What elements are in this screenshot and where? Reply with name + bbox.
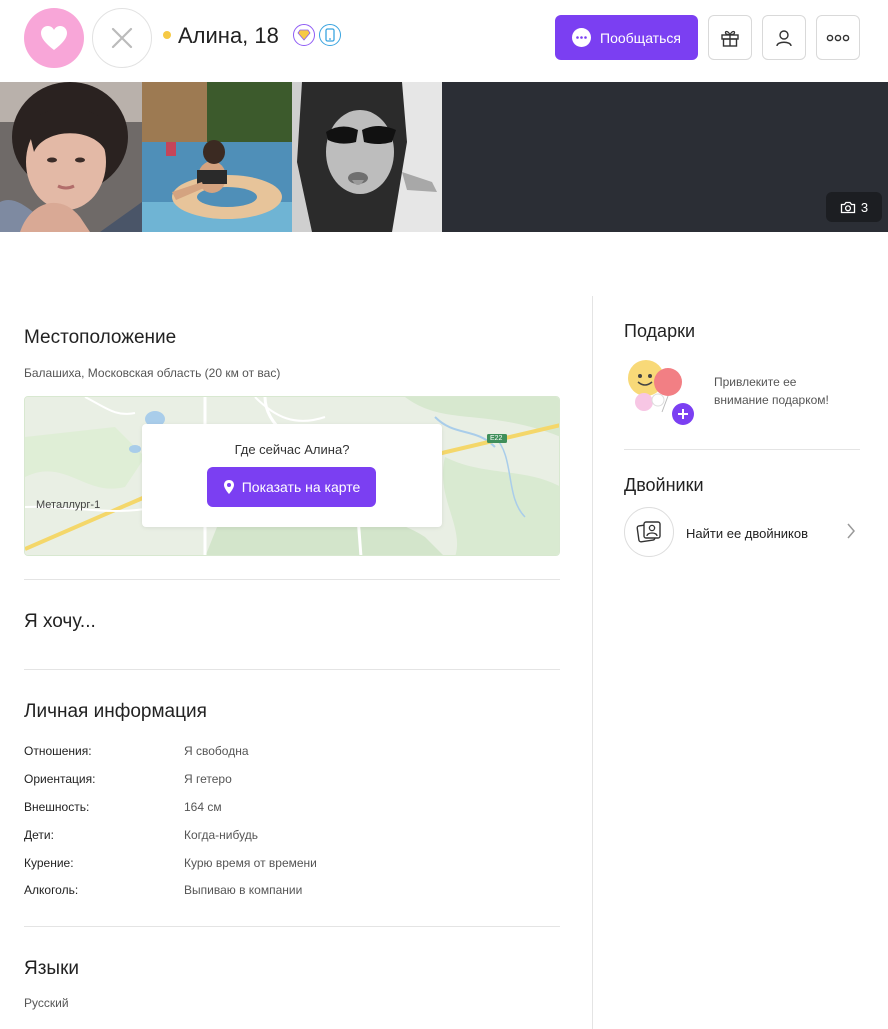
map-question-text: Где сейчас Алина?	[234, 442, 350, 457]
map-overlay-card: Где сейчас Алина? Показать на карте	[142, 424, 442, 527]
gifts-title: Подарки	[624, 321, 696, 341]
show-on-map-label: Показать на карте	[241, 479, 361, 495]
divider	[24, 579, 560, 580]
smoking-value: Курю время от времени	[184, 856, 317, 870]
camera-icon	[840, 201, 856, 213]
find-twins-row[interactable]: Найти ее двойников	[624, 507, 860, 559]
twins-title: Двойники	[624, 475, 704, 495]
orientation-label: Ориентация:	[24, 772, 96, 786]
more-icon	[826, 34, 850, 41]
profile-name-age: Алина, 18	[178, 23, 279, 48]
find-twins-label: Найти ее двойников	[686, 526, 809, 541]
photo-gallery	[0, 82, 888, 232]
online-status-dot	[163, 31, 171, 39]
photo-count-badge[interactable]: 3	[826, 192, 882, 222]
profile-photo-2[interactable]	[142, 82, 292, 232]
user-icon	[776, 29, 792, 46]
chat-button[interactable]: Пообщаться	[555, 15, 698, 60]
gift-icon	[721, 30, 739, 47]
profile-photo-3[interactable]	[292, 82, 442, 232]
map-place-label: Металлург-1	[36, 499, 101, 511]
relationship-label: Отношения:	[24, 744, 92, 758]
children-value: Когда-нибудь	[184, 828, 258, 842]
show-on-map-button[interactable]: Показать на карте	[207, 467, 376, 507]
vip-badge[interactable]	[293, 24, 315, 46]
map-road-label: E22	[490, 435, 503, 442]
children-label: Дети:	[24, 828, 54, 842]
orientation-value: Я гетеро	[184, 772, 232, 786]
divider	[624, 449, 860, 450]
mobile-icon	[325, 28, 335, 42]
alcohol-label: Алкоголь:	[24, 883, 79, 897]
personal-info-title: Личная информация	[24, 701, 207, 722]
divider	[24, 926, 560, 927]
chat-icon	[572, 28, 592, 47]
profile-photo-1[interactable]	[0, 82, 142, 232]
gift-illustration[interactable]	[624, 360, 696, 426]
alcohol-value: Выпиваю в компании	[184, 883, 303, 897]
diamond-icon	[297, 29, 311, 41]
relationship-value: Я свободна	[184, 744, 249, 758]
skip-button[interactable]	[92, 8, 152, 68]
column-divider	[592, 296, 593, 1029]
divider	[24, 669, 560, 670]
twins-icon	[624, 507, 674, 557]
gifts-prompt: Привлеките ее внимание подарком!	[714, 375, 829, 407]
heart-icon	[41, 26, 67, 50]
chat-button-label: Пообщаться	[600, 29, 681, 46]
smoking-label: Курение:	[24, 856, 74, 870]
photo-count-label: 3	[860, 199, 869, 215]
more-button[interactable]	[816, 15, 860, 60]
location-address: Балашиха, Московская область (20 км от в…	[24, 366, 281, 380]
close-icon	[111, 27, 133, 49]
location-title: Местоположение	[24, 327, 177, 348]
mobile-badge[interactable]	[319, 24, 341, 46]
profile-button[interactable]	[762, 15, 806, 60]
like-button[interactable]	[24, 8, 84, 68]
languages-value: Русский	[24, 996, 69, 1010]
chevron-right-icon	[847, 523, 855, 539]
appearance-value: 164 см	[184, 800, 222, 814]
wants-title: Я хочу...	[24, 611, 96, 632]
gift-button[interactable]	[708, 15, 752, 60]
appearance-label: Внешность:	[24, 800, 90, 814]
map-pin-icon	[223, 480, 234, 494]
languages-title: Языки	[24, 958, 80, 979]
